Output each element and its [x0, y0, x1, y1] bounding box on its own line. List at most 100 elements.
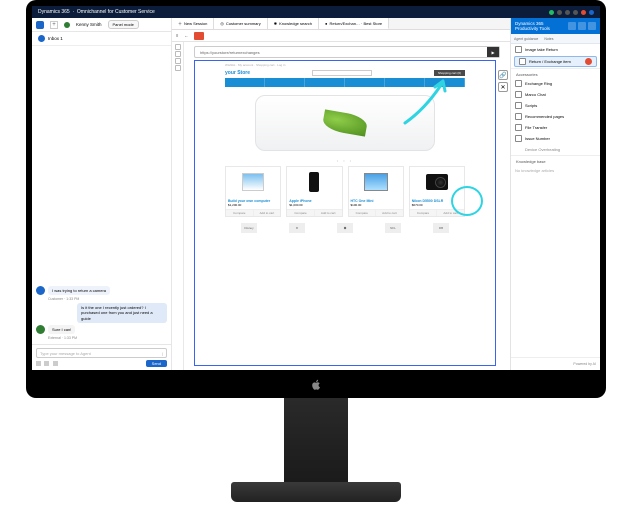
product-card[interactable]: Nikon D5500 DSLR$670.00 CompareAdd to ca…: [409, 166, 465, 217]
leaf-icon: [322, 109, 369, 136]
product-card[interactable]: Apple iPhone$1,000.00 CompareAdd to cart: [286, 166, 342, 217]
store-menubar[interactable]: [225, 78, 465, 87]
message-input[interactable]: Type your message to Agent |: [36, 348, 167, 358]
monitor-stand-base: [231, 482, 401, 502]
inbox-icon: [38, 35, 45, 42]
presence-icon: [64, 22, 70, 28]
section-item[interactable]: Recommended pages: [511, 111, 600, 122]
brand-logo[interactable]: ⬣: [337, 223, 353, 233]
panel-footer: Powered by AI: [511, 357, 600, 370]
hero-pager[interactable]: • • •: [225, 158, 465, 163]
hero-banner: [225, 88, 465, 158]
image-icon: [515, 46, 522, 53]
message-bubble: I was trying to return a camera: [48, 286, 110, 295]
section-subitem[interactable]: Device Overheating: [511, 144, 600, 155]
conversation-panel: + Kenny Smith Panel mode Inbox 1 I was: [32, 18, 172, 370]
rail-refresh-icon[interactable]: [175, 58, 181, 64]
navigate-button[interactable]: ▶: [487, 47, 499, 57]
section-title: Accessories: [511, 68, 600, 78]
close-panel-icon[interactable]: [588, 22, 596, 30]
message-bubble: Sure I can!: [48, 325, 75, 334]
message-item: I was trying to return a camera: [36, 286, 167, 295]
kb-title: Knowledge base: [511, 155, 600, 165]
hash-icon: [515, 135, 522, 142]
brand-logo[interactable]: RB: [433, 223, 449, 233]
screen: Dynamics 365 · Omnichannel for Customer …: [32, 6, 600, 370]
subtab-guidance[interactable]: Agent guidance: [514, 37, 538, 41]
return-icon: [519, 58, 526, 65]
cart-button[interactable]: Shopping cart (0): [434, 70, 465, 76]
brand-logo[interactable]: Disney: [241, 223, 257, 233]
avatar: [36, 325, 45, 334]
customer-name: Kenny Smith: [76, 22, 102, 27]
tab-browser-active[interactable]: ● Return/Exchan… · Best Store: [319, 18, 389, 29]
expand-icon[interactable]: [578, 22, 586, 30]
gear-icon: [515, 91, 522, 98]
titlebar-actions: [549, 10, 594, 15]
section-item[interactable]: Scripts: [511, 100, 600, 111]
inbox-row[interactable]: Inbox 1: [32, 32, 171, 46]
brand-logo[interactable]: NFL: [385, 223, 401, 233]
hamburger-icon[interactable]: ≡: [176, 33, 178, 38]
rail-forward-icon[interactable]: [175, 51, 181, 57]
attach-icon[interactable]: [36, 361, 41, 366]
emoji-icon[interactable]: [44, 361, 49, 366]
delete-icon[interactable]: [585, 58, 592, 65]
add-to-cart-button[interactable]: Add to cart: [437, 210, 464, 216]
back-icon[interactable]: ←: [184, 33, 188, 38]
store-search-input[interactable]: [312, 70, 372, 76]
center-pane: ＋ New Session ◎ Customer summary ✺ Knowl…: [172, 18, 510, 370]
productivity-header: Dynamics 365 Productivity Tools: [511, 18, 600, 34]
section-item[interactable]: Marco Chat: [511, 89, 600, 100]
compare-button[interactable]: Compare: [410, 210, 438, 216]
product-card[interactable]: Build your own computer$1,200.00 Compare…: [225, 166, 281, 217]
compare-button[interactable]: Compare: [287, 210, 315, 216]
add-to-cart-button[interactable]: Add to cart: [315, 210, 342, 216]
page-icon: [515, 113, 522, 120]
panel-subtabs: Agent guidance Notes: [511, 34, 600, 44]
section-item[interactable]: Exchange Ring: [511, 78, 600, 89]
quick-reply-icon[interactable]: [53, 361, 58, 366]
close-tool-icon[interactable]: ✕: [498, 82, 508, 92]
send-button[interactable]: Send: [146, 360, 167, 367]
compare-button[interactable]: Compare: [226, 210, 254, 216]
message-list: I was trying to return a camera Customer…: [32, 46, 171, 344]
brand-logo[interactable]: ★: [289, 223, 305, 233]
rail-back-icon[interactable]: [175, 44, 181, 50]
home-session-icon[interactable]: [36, 21, 44, 29]
section-item[interactable]: File Transfer: [511, 122, 600, 133]
tool-row-active[interactable]: Return / Exchange item: [514, 56, 597, 67]
tab-customer-summary[interactable]: ◎ Customer summary: [214, 18, 267, 29]
brand-strip: Disney ★ ⬣ NFL RB: [225, 220, 465, 236]
product-card[interactable]: HTC One Mini$100.00 CompareAdd to cart: [348, 166, 404, 217]
subtab-notes[interactable]: Notes: [544, 37, 553, 41]
link-tool-icon[interactable]: 🔗: [498, 70, 508, 80]
camera-icon: [426, 174, 448, 190]
store-logo[interactable]: your Store: [225, 70, 250, 76]
apple-logo-icon: [309, 378, 323, 392]
hero-phone-image: [255, 95, 435, 151]
add-to-cart-button[interactable]: Add to cart: [376, 210, 403, 216]
add-to-cart-button[interactable]: Add to cart: [254, 210, 281, 216]
section-item[interactable]: Issue Number: [511, 133, 600, 144]
app-name: Dynamics 365: [38, 9, 70, 15]
avatar: [36, 286, 45, 295]
app-tab-strip: ＋ New Session ◎ Customer summary ✺ Knowl…: [172, 18, 510, 30]
dock-icon[interactable]: [568, 22, 576, 30]
product-grid: Build your own computer$1,200.00 Compare…: [225, 166, 465, 217]
tab-new-session[interactable]: ＋ New Session: [172, 18, 214, 29]
composer-toolbar: [36, 361, 60, 367]
message-item: Sure I can!: [36, 325, 167, 334]
panel-mode-toggle[interactable]: Panel mode: [108, 20, 139, 29]
message-meta: Customer · 1:33 PM: [48, 297, 167, 301]
tab-knowledge-search[interactable]: ✺ Knowledge search: [268, 18, 319, 29]
add-session-button[interactable]: +: [50, 21, 58, 29]
session-tabs: + Kenny Smith Panel mode: [32, 18, 171, 32]
command-bar: ≡ ←: [172, 30, 510, 42]
rail-home-icon[interactable]: [175, 65, 181, 71]
message-bubble: Is it the one I recently just ordered? I…: [77, 303, 167, 323]
compare-button[interactable]: Compare: [349, 210, 377, 216]
address-bar[interactable]: https://yourstore/returnexchanges ▶: [194, 46, 500, 58]
tool-row[interactable]: Image take Return: [511, 44, 600, 55]
embedded-page: Wishlist · My account · Shopping cart · …: [194, 60, 496, 366]
